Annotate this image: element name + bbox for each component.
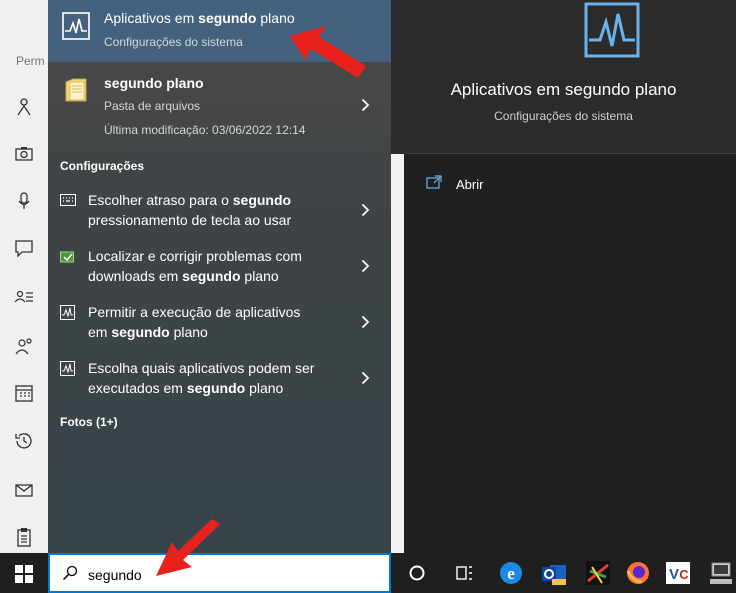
open-button[interactable]: Abrir [424, 172, 624, 196]
microphone-icon[interactable] [13, 190, 35, 212]
history-icon[interactable] [13, 430, 35, 452]
settings-result-label: Localizar e corrigir problemas com downlo… [88, 248, 302, 284]
camera-icon[interactable] [13, 143, 35, 165]
clipboard-icon[interactable] [13, 526, 35, 548]
settings-result-item[interactable]: Localizar e corrigir problemas com downlo… [48, 246, 391, 298]
folder-result-title: segundo plano [104, 75, 204, 91]
task-view-icon[interactable] [450, 559, 478, 587]
detail-title: Aplicativos em segundo plano [450, 80, 677, 99]
kaspersky-icon[interactable] [584, 559, 612, 587]
people-icon[interactable] [13, 335, 35, 357]
contacts-icon[interactable] [13, 286, 35, 308]
vnc-icon[interactable]: VC [664, 559, 692, 587]
windows-start-icon[interactable] [15, 565, 33, 583]
troubleshoot-icon [60, 251, 74, 263]
folder-result-type: Pasta de arquivos [104, 99, 201, 113]
background-partial-label: Perm [16, 54, 45, 68]
folder-icon [65, 78, 87, 102]
chat-icon[interactable] [13, 237, 35, 259]
settings-result-label: Escolher atraso para o segundo pressionam… [88, 192, 292, 228]
activity-chart-icon [60, 361, 75, 376]
mail-icon[interactable] [13, 479, 35, 501]
svg-text:e: e [507, 564, 515, 583]
keyboard-icon [60, 194, 76, 206]
activity-chart-icon [584, 2, 640, 58]
open-label: Abrir [456, 177, 484, 192]
edge-icon[interactable]: e [497, 559, 525, 587]
cortana-icon[interactable] [403, 559, 431, 587]
folder-result-modified: Última modificação: 03/06/2022 12:14 [104, 123, 306, 137]
settings-result-item[interactable]: Permitir a execução de aplicativos em seg… [48, 302, 391, 354]
settings-result-item[interactable]: Escolher atraso para o segundo pressionam… [48, 190, 391, 242]
activity-chart-icon [60, 305, 75, 320]
chevron-right-icon[interactable] [361, 98, 370, 112]
settings-result-label: Escolha quais aplicativos podem ser execu… [88, 360, 315, 396]
detail-actions-panel [404, 154, 736, 553]
search-input[interactable]: segundo [88, 567, 142, 583]
chevron-right-icon[interactable] [361, 315, 370, 329]
detail-subtitle: Configurações do sistema [494, 109, 633, 123]
person-icon[interactable] [13, 96, 35, 118]
network-computer-icon[interactable] [706, 559, 734, 587]
calendar-icon[interactable] [13, 382, 35, 404]
outlook-icon[interactable] [540, 559, 568, 587]
chevron-right-icon[interactable] [361, 371, 370, 385]
top-result-title: Aplicativos em segundo plano [104, 10, 295, 26]
svg-text:C: C [679, 567, 689, 582]
activity-chart-icon [62, 12, 90, 40]
chevron-right-icon[interactable] [361, 203, 370, 217]
search-icon [62, 565, 78, 581]
svg-text:V: V [669, 566, 679, 583]
settings-result-label: Permitir a execução de aplicativos em seg… [88, 304, 301, 340]
annotation-arrow [290, 26, 366, 78]
settings-result-item[interactable]: Escolha quais aplicativos podem ser execu… [48, 358, 391, 410]
chevron-right-icon[interactable] [361, 259, 370, 273]
background-settings-window: Perm [0, 0, 48, 553]
firefox-icon[interactable] [624, 559, 652, 587]
open-external-icon [426, 175, 442, 189]
settings-section-header: Configurações [60, 159, 145, 173]
top-result-subtitle: Configurações do sistema [104, 35, 243, 49]
detail-header-panel [391, 0, 736, 154]
annotation-arrow [156, 519, 220, 576]
search-results-pane: Aplicativos em segundo plano Configuraçõ… [48, 0, 391, 553]
photos-section-header[interactable]: Fotos (1+) [60, 415, 118, 429]
